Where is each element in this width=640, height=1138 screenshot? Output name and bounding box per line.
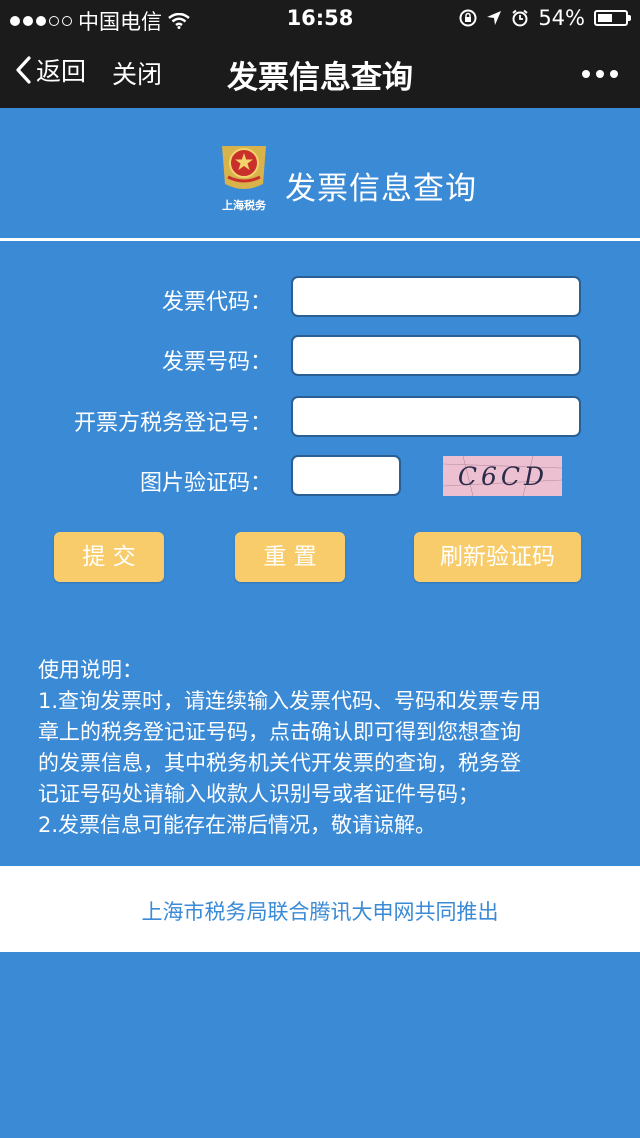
instruction-line: 的发票信息，其中税务机关代开发票的查询，税务登	[38, 751, 521, 775]
more-menu-button[interactable]	[582, 70, 618, 78]
footer-credit: 上海市税务局联合腾讯大申网共同推出	[141, 900, 499, 924]
instruction-line: 章上的税务登记证号码，点击确认即可得到您想查询	[38, 720, 521, 744]
location-arrow-icon	[487, 11, 502, 25]
footer: 上海市税务局联合腾讯大申网共同推出	[0, 866, 640, 952]
tax-registration-input[interactable]	[291, 396, 581, 437]
invoice-code-label: 发票代码：	[161, 290, 272, 315]
tax-registration-label: 开票方税务登记号：	[73, 411, 272, 436]
battery-icon	[594, 10, 631, 26]
header-banner: 上海税务 发票信息查询	[0, 108, 640, 238]
status-right: 54%	[459, 6, 631, 30]
battery-percent: 54%	[538, 6, 585, 30]
captcha-label: 图片验证码：	[139, 471, 272, 496]
header-title: 发票信息查询	[285, 171, 477, 207]
instruction-line: 2.发票信息可能存在滞后情况，敬请谅解。	[38, 813, 437, 837]
invoice-code-input[interactable]	[291, 276, 581, 317]
more-dot	[596, 70, 604, 78]
instruction-line: 记证号码处请输入收款人识别号或者证件号码；	[38, 782, 479, 806]
captcha-image[interactable]: C6CD	[443, 456, 562, 496]
nav-bar: 返回 关闭 发票信息查询	[0, 36, 640, 108]
status-bar: 中国电信 16:58 54%	[0, 0, 640, 36]
reset-button[interactable]: 重 置	[235, 532, 345, 582]
more-dot	[582, 70, 590, 78]
battery-level	[598, 14, 612, 22]
captcha-text: C6CD	[458, 462, 548, 491]
usage-instructions: 使用说明： 1.查询发票时，请连续输入发票代码、号码和发票专用 章上的税务登记证…	[38, 655, 608, 841]
more-dot	[610, 70, 618, 78]
header-divider	[0, 238, 640, 241]
page-title: 发票信息查询	[227, 60, 413, 96]
invoice-number-label: 发票号码：	[161, 350, 272, 375]
instructions-title: 使用说明：	[38, 658, 143, 682]
emblem-text: 上海税务	[222, 198, 267, 212]
refresh-captcha-button[interactable]: 刷新验证码	[414, 532, 581, 582]
alarm-icon	[512, 9, 528, 27]
instruction-line: 1.查询发票时，请连续输入发票代码、号码和发票专用	[38, 689, 542, 713]
captcha-input[interactable]	[291, 455, 401, 496]
tax-emblem-logo: 上海税务	[222, 146, 267, 212]
submit-button[interactable]: 提 交	[54, 532, 164, 582]
invoice-number-input[interactable]	[291, 335, 581, 376]
rotation-lock-icon	[459, 9, 477, 27]
